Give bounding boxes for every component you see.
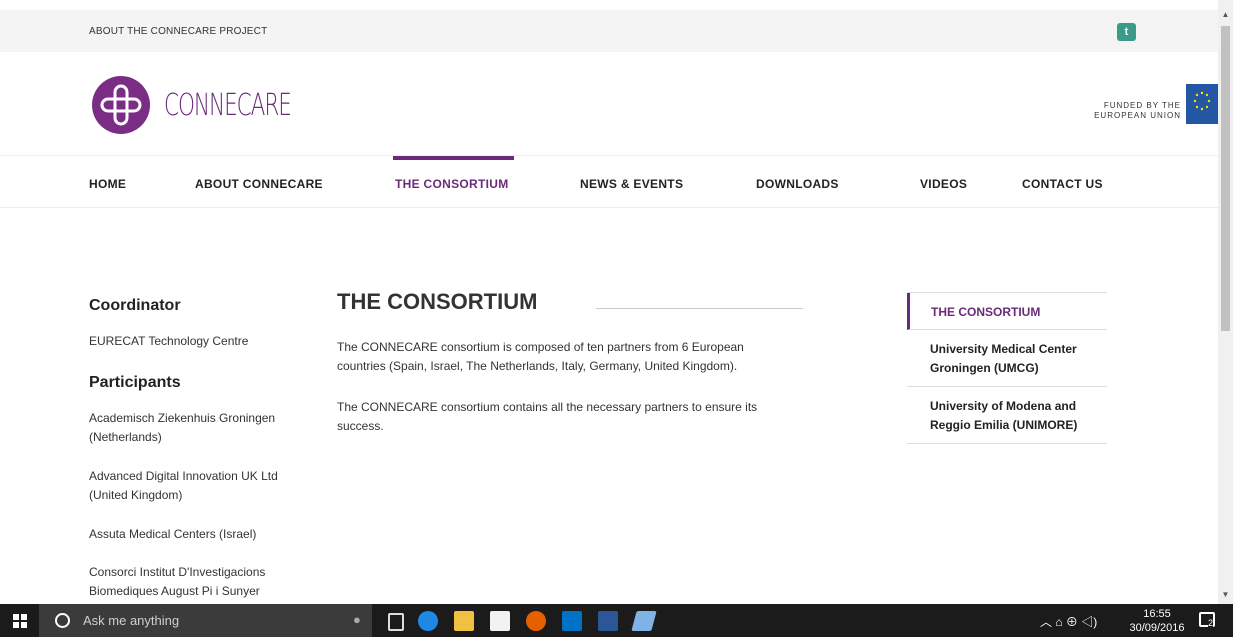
logo-text[interactable]: CONNECARE bbox=[164, 88, 292, 123]
nav-news-events[interactable]: NEWS & EVENTS bbox=[580, 177, 683, 191]
page-title: THE CONSORTIUM bbox=[337, 289, 538, 314]
windows-start-icon[interactable] bbox=[13, 614, 27, 628]
cortana-circle-icon bbox=[55, 613, 70, 628]
subnav-umcg[interactable]: University Medical Center Groningen (UMC… bbox=[907, 330, 1107, 387]
store-icon[interactable] bbox=[490, 611, 510, 631]
system-tray-icons[interactable]: ︿ ⌂ ⊕ ◁) bbox=[1040, 613, 1097, 630]
coordinator-link[interactable]: EURECAT Technology Centre bbox=[89, 332, 299, 351]
active-tab-indicator bbox=[393, 156, 514, 160]
outlook-icon[interactable] bbox=[562, 611, 582, 631]
participant-item[interactable]: Advanced Digital Innovation UK Ltd (Unit… bbox=[89, 467, 299, 505]
nav-the-consortium[interactable]: THE CONSORTIUM bbox=[395, 177, 509, 191]
taskbar-clock[interactable]: 16:55 30/09/2016 bbox=[1124, 607, 1190, 635]
browser-page: ABOUT THE CONNECARE PROJECT t CONNECARE … bbox=[0, 0, 1218, 604]
task-view-icon[interactable] bbox=[388, 613, 404, 631]
nav-contact-us[interactable]: CONTACT US bbox=[1022, 177, 1103, 191]
subnav-unimore[interactable]: University of Modena and Reggio Emilia (… bbox=[907, 387, 1107, 444]
participant-item[interactable]: Assuta Medical Centers (Israel) bbox=[89, 525, 299, 544]
scroll-up-icon[interactable]: ▲ bbox=[1218, 8, 1233, 22]
edge-browser-icon[interactable] bbox=[418, 611, 438, 631]
windows-taskbar: Ask me anything ● ︿ ⌂ ⊕ ◁) 16:55 30/09/2… bbox=[0, 604, 1233, 637]
nav-videos[interactable]: VIDEOS bbox=[920, 177, 967, 191]
participant-item[interactable]: Consorci Institut D'Investigacions Biome… bbox=[89, 563, 299, 601]
coordinator-heading: Coordinator bbox=[89, 297, 181, 314]
file-explorer-icon[interactable] bbox=[454, 611, 474, 631]
word-icon[interactable] bbox=[598, 611, 618, 631]
about-project-link[interactable]: ABOUT THE CONNECARE PROJECT bbox=[89, 26, 267, 37]
twitter-icon[interactable]: t bbox=[1117, 23, 1136, 41]
nav-downloads[interactable]: DOWNLOADS bbox=[756, 177, 839, 191]
nav-about-connecare[interactable]: ABOUT CONNECARE bbox=[195, 177, 323, 191]
right-subnav: THE CONSORTIUM University Medical Center… bbox=[907, 292, 1107, 444]
scroll-down-icon[interactable]: ▼ bbox=[1218, 588, 1233, 602]
microphone-icon[interactable]: ● bbox=[353, 612, 361, 627]
clock-date: 30/09/2016 bbox=[1129, 622, 1185, 634]
participant-item[interactable]: Academisch Ziekenhuis Groningen (Netherl… bbox=[89, 409, 299, 447]
main-nav: HOME ABOUT CONNECARE THE CONSORTIUM NEWS… bbox=[0, 155, 1218, 208]
search-placeholder: Ask me anything bbox=[83, 613, 180, 628]
clock-time: 16:55 bbox=[1143, 608, 1171, 620]
nav-home[interactable]: HOME bbox=[89, 177, 126, 191]
participants-heading: Participants bbox=[89, 374, 181, 391]
funded-line-2: EUROPEAN UNION bbox=[1094, 111, 1181, 120]
vertical-scrollbar[interactable]: ▲ ▼ bbox=[1218, 0, 1233, 604]
firefox-icon[interactable] bbox=[526, 611, 546, 631]
eu-flag-icon bbox=[1186, 84, 1218, 124]
notification-count: 2 bbox=[1208, 618, 1214, 628]
title-divider bbox=[596, 308, 803, 309]
scrollbar-thumb[interactable] bbox=[1221, 26, 1230, 331]
cortana-search-box[interactable]: Ask me anything ● bbox=[39, 604, 372, 637]
app-icon[interactable] bbox=[631, 611, 657, 631]
site-header: CONNECARE FUNDED BY THE EUROPEAN UNION bbox=[0, 52, 1218, 155]
action-center-icon[interactable]: 2 bbox=[1199, 612, 1215, 628]
funded-line-1: FUNDED BY THE bbox=[1103, 101, 1181, 110]
top-bar: ABOUT THE CONNECARE PROJECT t bbox=[0, 10, 1218, 52]
consortium-paragraph-2: The CONNECARE consortium contains all th… bbox=[337, 400, 758, 433]
subnav-the-consortium[interactable]: THE CONSORTIUM bbox=[907, 293, 1107, 330]
funded-by-eu-text: FUNDED BY THE EUROPEAN UNION bbox=[1080, 101, 1181, 121]
consortium-paragraph-1: The CONNECARE consortium is composed of … bbox=[337, 340, 744, 373]
connecare-logo-icon[interactable] bbox=[92, 76, 150, 134]
